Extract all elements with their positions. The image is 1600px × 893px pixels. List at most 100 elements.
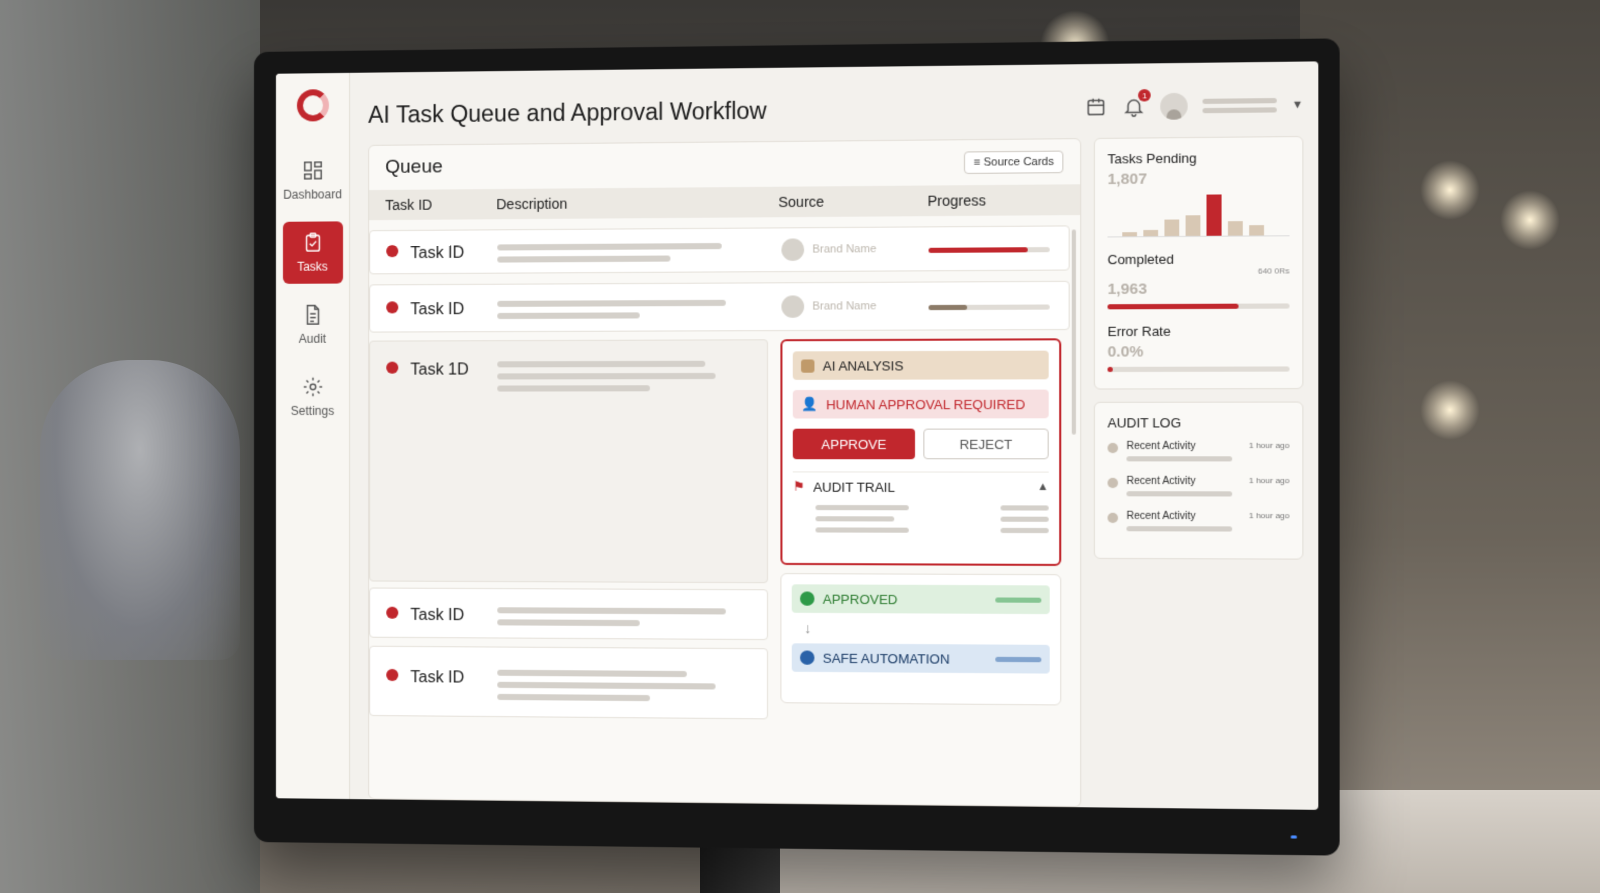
user-name-placeholder xyxy=(1202,98,1277,114)
activity-label: Recent Activity xyxy=(1126,510,1196,523)
status-dot xyxy=(386,361,399,374)
approve-button[interactable]: APPROVE xyxy=(792,428,916,460)
sidebar-item-audit[interactable]: Audit xyxy=(282,294,342,356)
calendar-icon[interactable] xyxy=(1084,96,1107,119)
workflow-panel: APPROVED ↓ SAFE AUTOMATION xyxy=(780,573,1062,706)
table-row[interactable]: Task ID Brand Name xyxy=(369,280,1070,333)
page-title: AI Task Queue and Approval Workflow xyxy=(368,96,767,128)
main-area: AI Task Queue and Approval Workflow 1 ▼ … xyxy=(350,61,1318,809)
progress-bar xyxy=(928,247,1050,253)
error-progress xyxy=(1107,366,1290,373)
list-item[interactable]: Recent Activity 1 hour ago xyxy=(1107,510,1290,532)
brand-name: Brand Name xyxy=(812,243,877,256)
audit-log-title: AUDIT LOG xyxy=(1107,415,1182,431)
audit-trail-entries xyxy=(793,505,1049,534)
office-background xyxy=(1300,0,1600,893)
ai-analysis-label: AI ANALYSIS xyxy=(822,357,904,374)
activity-label: Recent Activity xyxy=(1126,475,1196,488)
notifications-button[interactable]: 1 xyxy=(1122,89,1151,118)
error-rate-stat: Error Rate 0.0% xyxy=(1107,323,1290,373)
queue-panel: Queue ≡ Source Cards Task ID Description… xyxy=(368,138,1082,808)
activity-icon xyxy=(1107,442,1119,454)
list-item[interactable]: Recent Activity 1 hour ago xyxy=(1107,441,1290,462)
task-id: Task 1D xyxy=(410,361,469,379)
queue-header: Queue ≡ Source Cards xyxy=(369,139,1080,190)
description-placeholder xyxy=(497,243,732,263)
sidebar-item-tasks[interactable]: Tasks xyxy=(282,221,343,284)
monitor: Dashboard Tasks Audit Settings AI Task Q… xyxy=(254,38,1340,856)
table-row[interactable]: Task 1D xyxy=(369,339,769,584)
activity-icon xyxy=(1107,512,1119,524)
screen: Dashboard Tasks Audit Settings AI Task Q… xyxy=(275,61,1319,810)
circle-icon xyxy=(800,650,815,665)
source-cell: Brand Name xyxy=(781,238,876,261)
status-dot xyxy=(386,668,399,682)
approved-label: APPROVED xyxy=(822,591,898,607)
stat-note: 640 0Rs xyxy=(1257,266,1290,276)
ceiling-light xyxy=(1420,160,1480,220)
human-approval-label: HUMAN APPROVAL REQUIRED xyxy=(826,396,1026,412)
avatar[interactable] xyxy=(1160,92,1188,120)
stats-card: Tasks Pending 1,807 Completed 640 0Rs 1,… xyxy=(1093,135,1304,390)
safe-automation-label: SAFE AUTOMATION xyxy=(822,650,950,667)
chart-bar xyxy=(1185,215,1201,236)
safe-automation-status: SAFE AUTOMATION xyxy=(791,643,1050,674)
source-cards-filter-button[interactable]: ≡ Source Cards xyxy=(964,150,1064,174)
task-id: Task ID xyxy=(410,606,465,625)
approval-panel: AI ANALYSIS 👤 HUMAN APPROVAL REQUIRED APP… xyxy=(780,338,1062,566)
progress-bar xyxy=(928,304,1050,311)
list-item[interactable]: Recent Activity 1 hour ago xyxy=(1107,475,1290,497)
tasks-pending-stat: Tasks Pending 1,807 xyxy=(1107,150,1290,238)
task-id: Task ID xyxy=(410,669,465,687)
ceiling-light xyxy=(1420,380,1480,440)
sidebar-item-settings[interactable]: Settings xyxy=(282,366,342,428)
sidebar-item-label: Tasks xyxy=(297,259,328,274)
sidebar-item-dashboard[interactable]: Dashboard xyxy=(282,149,342,212)
source-cards-label: Source Cards xyxy=(983,155,1054,169)
reject-button[interactable]: REJECT xyxy=(923,428,1049,460)
ceiling-light xyxy=(1500,190,1560,250)
audit-trail-header[interactable]: ⚑ AUDIT TRAIL ▲ xyxy=(792,471,1049,496)
table-row[interactable]: Task ID xyxy=(369,645,769,720)
column-header: Progress xyxy=(927,192,986,210)
task-id: Task ID xyxy=(410,244,465,263)
document-icon xyxy=(305,304,319,325)
ai-analysis-chip: AI ANALYSIS xyxy=(792,350,1049,380)
brand-name: Brand Name xyxy=(812,300,877,313)
scrollbar[interactable] xyxy=(1071,229,1076,435)
progress-fill xyxy=(928,247,1028,253)
chart-bar xyxy=(1227,221,1243,236)
topbar: AI Task Queue and Approval Workflow 1 ▼ xyxy=(368,74,1303,145)
approval-actions: APPROVE REJECT xyxy=(792,428,1049,460)
sidebar-item-label: Settings xyxy=(290,403,335,418)
stat-value: 1,807 xyxy=(1107,170,1148,189)
table-header: Task ID Description Source Progress xyxy=(369,184,1081,221)
table-row[interactable]: Task ID xyxy=(369,587,769,641)
blurred-person xyxy=(40,360,240,660)
stat-value: 0.0% xyxy=(1107,343,1144,361)
column-header: Source xyxy=(778,193,825,211)
activity-time: 1 hour ago xyxy=(1248,475,1290,486)
chevron-down-icon[interactable]: ▼ xyxy=(1292,99,1304,112)
check-icon xyxy=(800,591,815,606)
status-dot xyxy=(386,606,399,619)
queue-title: Queue xyxy=(385,156,443,178)
content: Queue ≡ Source Cards Task ID Description… xyxy=(368,135,1304,810)
chevron-up-icon[interactable]: ▲ xyxy=(1037,481,1048,493)
column-header: Task ID xyxy=(385,196,433,214)
chart-bar xyxy=(1249,225,1265,236)
table-row[interactable]: Task ID Brand Name xyxy=(369,225,1070,275)
description-placeholder xyxy=(497,299,732,320)
audit-log-card: AUDIT LOG Recent Activity 1 hour ago Rec… xyxy=(1093,401,1304,560)
progress-fill xyxy=(928,304,968,311)
completed-progress xyxy=(1107,303,1290,310)
sidebar-item-label: Dashboard xyxy=(283,187,342,202)
brand-avatar xyxy=(781,295,805,318)
progress-fill xyxy=(1107,366,1113,373)
sidebar: Dashboard Tasks Audit Settings xyxy=(275,72,351,800)
column-header: Description xyxy=(496,195,568,213)
flag-icon: ⚑ xyxy=(792,478,805,494)
brand-avatar xyxy=(781,238,805,261)
stat-label: Completed xyxy=(1107,251,1174,268)
chart-bar xyxy=(1206,194,1222,236)
